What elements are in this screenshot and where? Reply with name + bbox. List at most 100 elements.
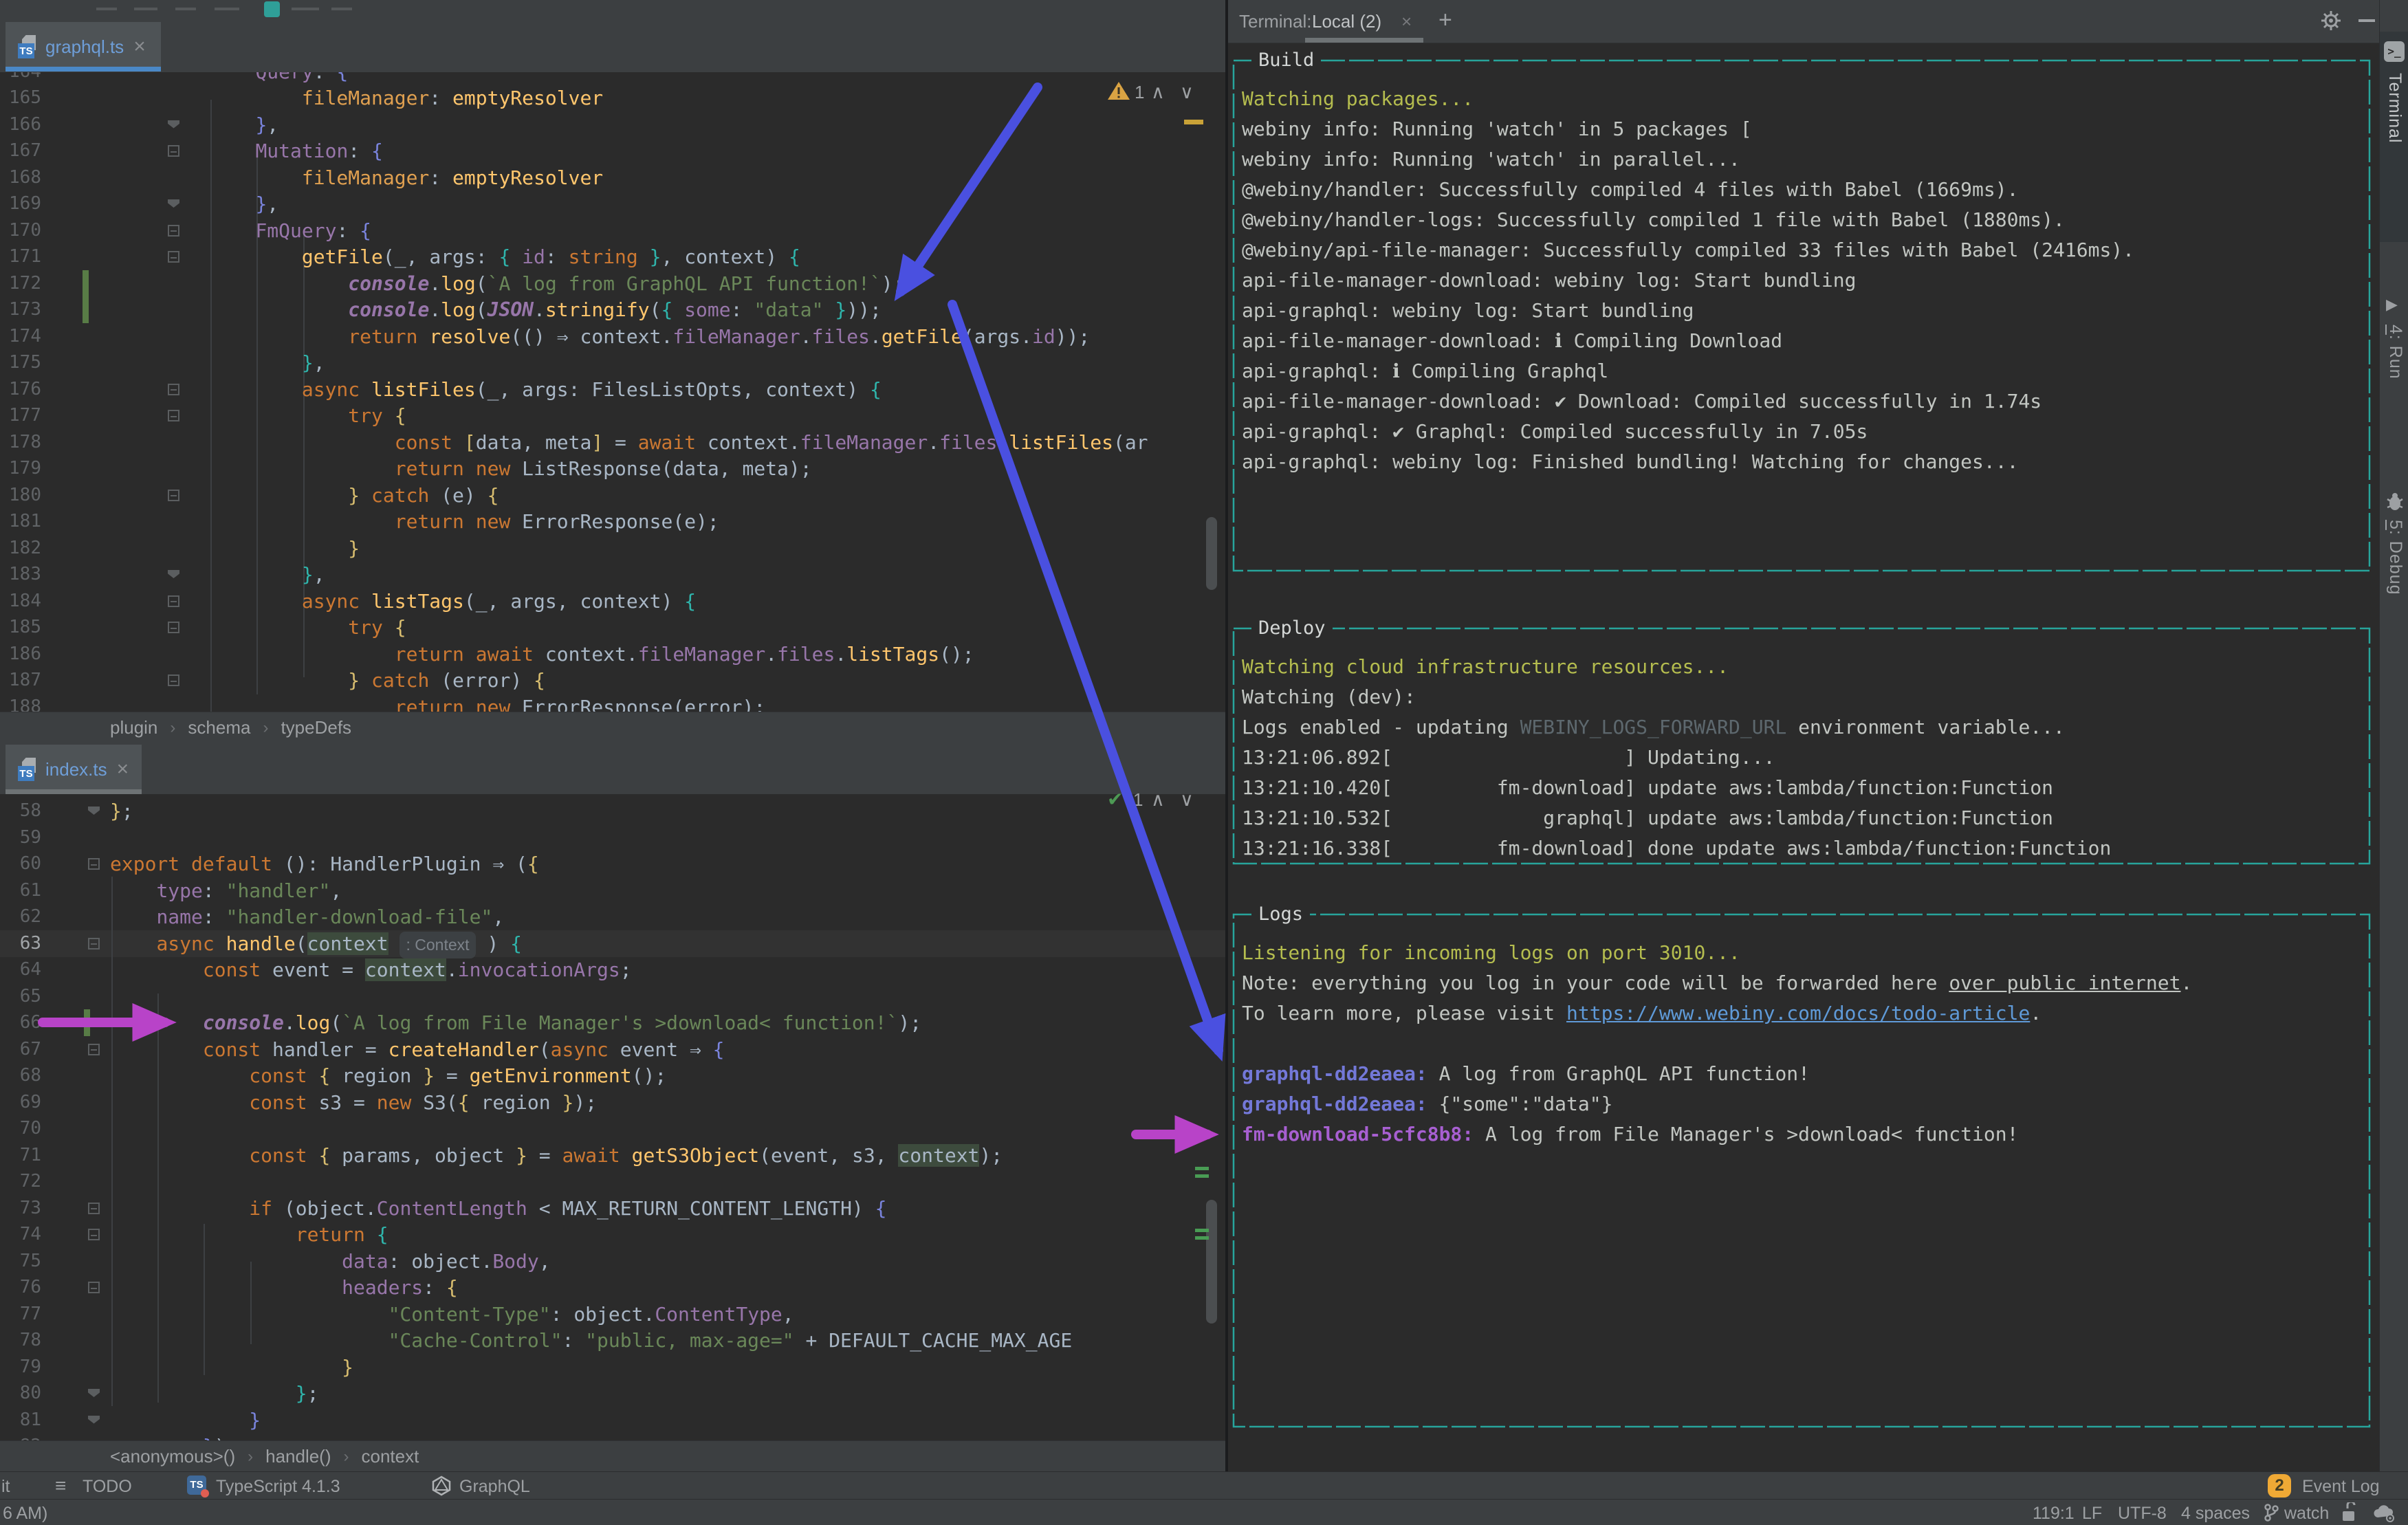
code-line[interactable]: 76 headers: { [0,1274,1225,1301]
code-line[interactable]: 62 name: "handler-download-file", [0,903,1225,930]
line-number[interactable]: 71 [0,1142,41,1169]
line-number[interactable]: 68 [0,1062,41,1089]
line-number[interactable]: 167 [0,138,41,164]
code-line[interactable]: 65 [0,983,1225,1010]
code-line[interactable]: 79 } [0,1354,1225,1381]
line-number[interactable]: 62 [0,903,41,930]
close-icon[interactable]: × [133,35,146,58]
line-number[interactable]: 59 [0,824,41,851]
cut-label[interactable]: it [1,1477,10,1497]
line-ending[interactable]: LF [2082,1504,2102,1524]
breadcrumb-item[interactable]: <anonymous>() [110,1446,235,1467]
code-line[interactable]: 186 return await context.fileManager.fil… [0,641,1225,668]
code-line[interactable]: 172 console.log(`A log from GraphQL API … [0,270,1225,297]
line-number[interactable]: 77 [0,1301,41,1328]
code-line[interactable]: 188 return new ErrorResponse(error); [0,694,1225,712]
error-stripe-mark[interactable] [1184,120,1203,124]
line-number[interactable]: 65 [0,983,41,1010]
line-number[interactable]: 75 [0,1248,41,1275]
line-number[interactable]: 81 [0,1407,41,1434]
code-line[interactable]: 81 } [0,1407,1225,1434]
code-line[interactable]: 78 "Cache-Control": "public, max-age=" +… [0,1327,1225,1354]
code-line[interactable]: 66 console.log(`A log from File Manager'… [0,1009,1225,1036]
git-branch-icon[interactable] [2264,1503,2279,1522]
line-number[interactable]: 188 [0,694,41,712]
fold-marker-icon[interactable] [88,1389,100,1397]
line-number[interactable]: 165 [0,85,41,111]
code-line[interactable]: 176 async listFiles(_, args: FilesListOp… [0,376,1225,403]
code-line[interactable]: 80 }; [0,1380,1225,1407]
code-line[interactable]: 184 async listTags(_, args, context) { [0,588,1225,615]
line-number[interactable]: 186 [0,641,41,668]
line-number[interactable]: 72 [0,1168,41,1195]
fold-marker-icon[interactable] [88,937,100,950]
todo-button[interactable]: TODO [83,1477,132,1497]
prev-warning-button[interactable]: ∧ [1151,82,1165,103]
editor-graphql[interactable]: 164 Query: {165 fileManager: emptyResolv… [0,72,1225,712]
next-warning-button[interactable]: ∨ [1180,82,1194,103]
fold-marker-icon[interactable] [168,251,179,263]
code-line[interactable]: 69 const s3 = new S3({ region }); [0,1089,1225,1116]
breadcrumb-item[interactable]: handle() [265,1446,331,1467]
line-number[interactable]: 187 [0,667,41,694]
git-branch-name[interactable]: watch [2284,1504,2329,1524]
breadcrumb[interactable]: plugin › schema › typeDefs [110,717,1225,738]
breadcrumb-item[interactable]: typeDefs [281,717,351,738]
breadcrumb-item[interactable]: context [362,1446,419,1467]
line-number[interactable]: 64 [0,956,41,983]
code-line[interactable]: 181 return new ErrorResponse(e); [0,508,1225,535]
caret-position[interactable]: 119:1 [2033,1504,2075,1524]
line-number[interactable]: 178 [0,429,41,456]
editor2-scrollbar[interactable] [1206,1200,1217,1324]
line-number[interactable]: 69 [0,1089,41,1116]
line-number[interactable]: 67 [0,1036,41,1063]
stripe-terminal-button[interactable]: >_ Terminal [2380,32,2408,242]
fold-marker-icon[interactable] [168,145,179,157]
fold-marker-icon[interactable] [168,383,179,395]
code-line[interactable]: 170 FmQuery: { [0,217,1225,244]
line-number[interactable]: 164 [0,72,41,85]
code-line[interactable]: 167 Mutation: { [0,138,1225,164]
code-line[interactable]: 68 const { region } = getEnvironment(); [0,1062,1225,1089]
code-line[interactable]: 64 const event = context.invocationArgs; [0,956,1225,983]
fold-marker-icon[interactable] [88,1415,100,1424]
code-line[interactable]: 168 fileManager: emptyResolver [0,164,1225,191]
code-line[interactable]: 178 const [data, meta] = await context.f… [0,429,1225,456]
fold-marker-icon[interactable] [88,1043,100,1055]
line-number[interactable]: 174 [0,323,41,350]
line-number[interactable]: 172 [0,270,41,297]
code-line[interactable]: 182 } [0,535,1225,562]
line-number[interactable]: 80 [0,1380,41,1407]
code-line[interactable]: 82 }); [0,1433,1225,1440]
tab-index-ts[interactable]: TS index.ts × [6,745,142,794]
fold-marker-icon[interactable] [88,1202,100,1214]
code-line[interactable]: 175 }, [0,349,1225,376]
next-change-button[interactable]: ∨ [1180,789,1194,811]
line-number[interactable]: 70 [0,1115,41,1142]
code-line[interactable]: 75 data: object.Body, [0,1248,1225,1275]
code-line[interactable]: 169 }, [0,190,1225,217]
code-line[interactable]: 72 [0,1168,1225,1195]
code-line[interactable]: 171 getFile(_, args: { id: string }, con… [0,243,1225,270]
code-line[interactable]: 74 return { [0,1221,1225,1248]
stripe-run-button[interactable]: 4: Run [2385,325,2405,380]
line-number[interactable]: 173 [0,296,41,323]
editor-index[interactable]: 58}; 59 60 export default (): HandlerPlugin… [0,794,1225,1440]
code-line[interactable]: 185 try { [0,614,1225,641]
terminal-link[interactable]: https://www.webiny.com/docs/todo-article [1566,1002,2030,1024]
fold-marker-icon[interactable] [88,1282,100,1293]
fold-marker-icon[interactable] [88,858,100,870]
line-number[interactable]: 182 [0,535,41,562]
line-number[interactable]: 76 [0,1274,41,1301]
editor1-scrollbar[interactable] [1206,517,1217,590]
code-line[interactable]: 165 fileManager: emptyResolver [0,85,1225,111]
line-number[interactable]: 176 [0,376,41,403]
cloud-settings-icon[interactable] [2372,1502,2396,1523]
line-number[interactable]: 58 [0,798,41,824]
close-icon[interactable]: × [117,758,129,781]
line-number[interactable]: 171 [0,243,41,270]
unlocked-padlock-icon[interactable] [2341,1502,2357,1523]
line-number[interactable]: 181 [0,508,41,535]
indent-setting[interactable]: 4 spaces [2181,1504,2250,1524]
line-number[interactable]: 169 [0,190,41,217]
